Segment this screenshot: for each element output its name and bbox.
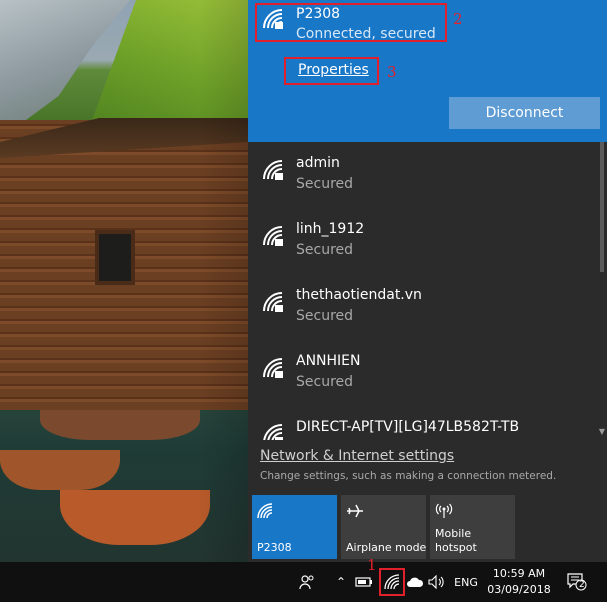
volume-icon[interactable] [426,562,448,602]
hotspot-icon [435,503,453,518]
wifi-icon [257,503,273,519]
network-name: linh_1912 [296,221,365,237]
desktop-wallpaper [0,0,248,562]
wifi-secured-icon [263,226,283,246]
action-center-button[interactable]: 2 [563,562,591,602]
network-status: Secured [296,242,354,258]
network-name: DIRECT-AP[TV][LG]47LB582T-TB [296,419,520,435]
disconnect-button[interactable]: Disconnect [449,97,600,129]
wallpaper-shade [0,0,248,562]
tile-label: Airplane mode [346,541,427,554]
network-settings-link[interactable]: Network & Internet settings [260,448,454,464]
people-icon[interactable] [295,562,319,602]
network-item-annhien[interactable]: ANNHIEN Secured [248,340,598,406]
network-name: thethaotiendat.vn [296,287,422,303]
battery-icon [355,577,372,587]
cloud-icon [407,577,424,587]
clock-time: 10:59 AM [492,567,546,580]
network-name: ANNHIEN [296,353,361,369]
scroll-down-icon[interactable]: ▼ [598,428,606,436]
network-item-linh_1912[interactable]: linh_1912 Secured [248,208,598,274]
wifi-secured-icon [263,424,283,440]
annotation-number: 2 [453,10,463,28]
wifi-tile[interactable]: P2308 [252,495,337,559]
annotation-box-properties [284,57,379,85]
annotation-number: 1 [367,556,377,574]
network-item-thethaotiendat[interactable]: thethaotiendat.vn Secured [248,274,598,340]
mobile-hotspot-tile[interactable]: Mobile hotspot [430,495,515,559]
network-settings-description: Change settings, such as making a connec… [260,470,557,482]
network-status: Secured [296,308,354,324]
language-indicator[interactable]: ENG [452,562,480,602]
taskbar: ⌃ ENG 10:59 AM 03/09/2018 2 1 [0,556,607,602]
network-status: Secured [296,176,354,192]
notification-count-badge: 2 [579,580,585,590]
network-name: admin [296,155,340,171]
annotation-number: 3 [387,63,397,81]
airplane-mode-tile[interactable]: Airplane mode [341,495,426,559]
clock[interactable]: 10:59 AM 03/09/2018 [487,566,551,598]
onedrive-cloud-icon[interactable] [404,562,426,602]
airplane-icon [347,504,363,518]
network-flyout: P2308 Connected, secured Properties Disc… [248,0,607,562]
scrollbar-thumb[interactable] [600,142,604,272]
network-status: Secured [296,374,354,390]
annotation-box-connected [255,3,447,42]
clock-date: 03/09/2018 [487,583,551,596]
wifi-secured-icon [263,358,283,378]
annotation-box-tray-wifi [379,568,405,596]
wifi-secured-icon [263,160,283,180]
network-list: admin Secured linh_1912 Secured thethaot… [248,142,607,440]
tile-label: P2308 [257,541,292,554]
tile-label: Mobile hotspot [435,527,477,554]
people-icon [299,575,314,590]
network-list-scrollbar[interactable]: ▼ [597,142,607,440]
network-item-direct-ap[interactable]: DIRECT-AP[TV][LG]47LB582T-TB [248,406,598,440]
network-item-admin[interactable]: admin Secured [248,142,598,208]
wifi-secured-icon [263,292,283,312]
speaker-icon [428,575,444,589]
show-hidden-icons-chevron-icon[interactable]: ⌃ [332,562,350,602]
